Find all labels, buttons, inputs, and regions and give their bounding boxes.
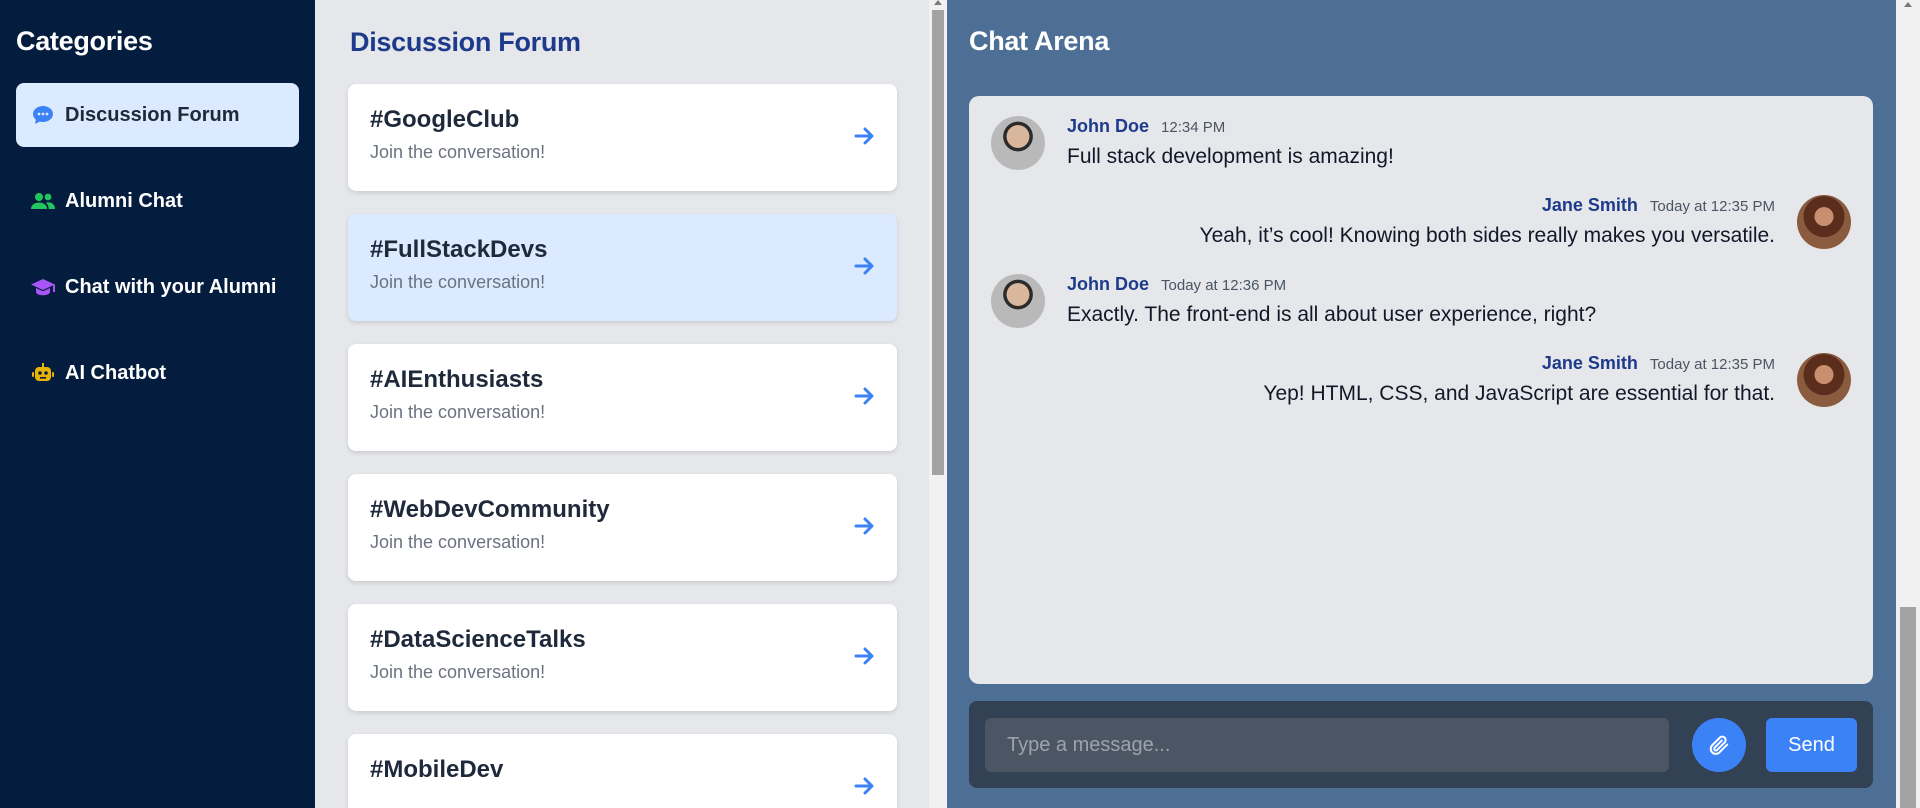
message-time: 12:34 PM xyxy=(1161,119,1226,136)
channel-card-webdevcommunity[interactable]: #WebDevCommunity Join the conversation! xyxy=(348,474,897,581)
chat-bubble-icon xyxy=(31,105,55,125)
channel-tag: #FullStackDevs xyxy=(370,236,548,263)
channel-tag: #MobileDev xyxy=(370,756,504,783)
message-text: Exactly. The front-end is all about user… xyxy=(1067,303,1597,326)
channel-subtitle: Join the conversation! xyxy=(370,272,546,292)
graduation-cap-icon xyxy=(31,277,55,297)
message-composer: Type a message... Send xyxy=(969,701,1873,788)
channel-card-mobiledev[interactable]: #MobileDev xyxy=(348,734,897,808)
message-time: Today at 12:35 PM xyxy=(1649,198,1775,215)
message-text: Yeah, it’s cool! Knowing both sides real… xyxy=(1199,224,1775,247)
scroll-up-arrow-icon[interactable] xyxy=(1904,2,1912,7)
sidebar-title: Categories xyxy=(16,26,153,56)
sidebar-item-label: Discussion Forum xyxy=(65,103,240,126)
page-scrollbar-thumb[interactable] xyxy=(1900,607,1916,808)
channel-subtitle: Join the conversation! xyxy=(370,142,546,162)
forum-panel: Discussion Forum #GoogleClub Join the co… xyxy=(315,0,929,808)
message-text: Yep! HTML, CSS, and JavaScript are essen… xyxy=(1263,382,1775,405)
forum-scrollbar-thumb[interactable] xyxy=(932,10,944,475)
sidebar-item-chat-with-alumni[interactable]: Chat with your Alumni xyxy=(16,255,299,319)
channel-tag: #GoogleClub xyxy=(370,106,520,133)
chat-title: Chat Arena xyxy=(969,26,1110,56)
sidebar-item-label: Chat with your Alumni xyxy=(65,275,277,298)
sidebar-item-ai-chatbot[interactable]: AI Chatbot xyxy=(16,341,299,405)
arrow-right-icon xyxy=(854,647,874,665)
message-time: Today at 12:36 PM xyxy=(1161,277,1287,294)
attach-button[interactable] xyxy=(1692,718,1746,772)
sidebar-item-label: Alumni Chat xyxy=(65,189,183,212)
sidebar-item-discussion-forum[interactable]: Discussion Forum xyxy=(16,83,299,147)
message-time: Today at 12:35 PM xyxy=(1649,356,1775,373)
message-text: Full stack development is amazing! xyxy=(1067,145,1394,168)
sidebar-item-label: AI Chatbot xyxy=(65,361,167,384)
paperclip-icon xyxy=(1709,735,1729,755)
avatar xyxy=(991,116,1045,170)
message-item: John Doe Today at 12:36 PM Exactly. The … xyxy=(991,274,1851,328)
message-item: Jane Smith Today at 12:35 PM Yeah, it’s … xyxy=(991,195,1851,249)
message-list: John Doe 12:34 PM Full stack development… xyxy=(969,96,1873,684)
channel-subtitle: Join the conversation! xyxy=(370,532,546,552)
sidebar-item-alumni-chat[interactable]: Alumni Chat xyxy=(16,169,299,233)
users-icon xyxy=(31,191,55,211)
channel-subtitle: Join the conversation! xyxy=(370,402,546,422)
forum-scrollbar[interactable] xyxy=(929,0,947,808)
message-author: John Doe xyxy=(1067,116,1150,136)
forum-title: Discussion Forum xyxy=(350,27,581,57)
message-item: John Doe 12:34 PM Full stack development… xyxy=(991,116,1851,170)
arrow-right-icon xyxy=(854,257,874,275)
chat-panel: Chat Arena John Doe 12:34 PM Full stack … xyxy=(947,0,1896,808)
message-author: John Doe xyxy=(1067,274,1150,294)
page-scrollbar[interactable] xyxy=(1896,0,1920,808)
message-author: Jane Smith xyxy=(1541,195,1638,215)
arrow-right-icon xyxy=(854,387,874,405)
channel-card-datasciencetalks[interactable]: #DataScienceTalks Join the conversation! xyxy=(348,604,897,711)
channel-subtitle: Join the conversation! xyxy=(370,662,546,682)
channel-card-fullstackdevs[interactable]: #FullStackDevs Join the conversation! xyxy=(348,214,897,321)
send-button[interactable]: Send xyxy=(1766,718,1857,772)
arrow-right-icon xyxy=(854,517,874,535)
arrow-right-icon xyxy=(854,127,874,145)
channel-card-googleclub[interactable]: #GoogleClub Join the conversation! xyxy=(348,84,897,191)
scroll-up-arrow-icon[interactable] xyxy=(934,0,942,5)
avatar xyxy=(1797,195,1851,249)
avatar xyxy=(1797,353,1851,407)
robot-icon xyxy=(31,363,55,383)
channel-tag: #WebDevCommunity xyxy=(370,496,610,523)
message-input[interactable]: Type a message... xyxy=(985,718,1669,772)
sidebar: Categories Discussion Forum Alumni Chat … xyxy=(0,0,315,808)
avatar xyxy=(991,274,1045,328)
arrow-right-icon xyxy=(854,777,874,795)
message-author: Jane Smith xyxy=(1541,353,1638,373)
channel-card-aienthusiasts[interactable]: #AIEnthusiasts Join the conversation! xyxy=(348,344,897,451)
channel-tag: #DataScienceTalks xyxy=(370,626,586,653)
message-item: Jane Smith Today at 12:35 PM Yep! HTML, … xyxy=(991,353,1851,407)
channel-tag: #AIEnthusiasts xyxy=(370,366,544,393)
